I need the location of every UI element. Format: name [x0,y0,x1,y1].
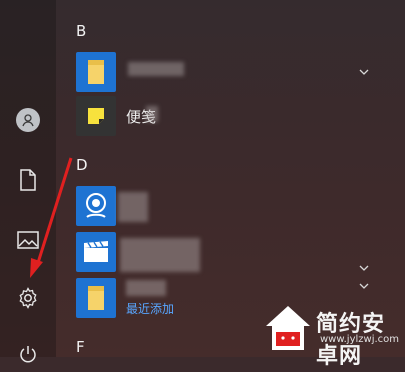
watermark-logo: 简约安卓网 www.jylzwj.com [262,300,402,369]
android-house-icon [266,306,310,350]
watermark-url: www.jylzwj.com [320,334,400,345]
